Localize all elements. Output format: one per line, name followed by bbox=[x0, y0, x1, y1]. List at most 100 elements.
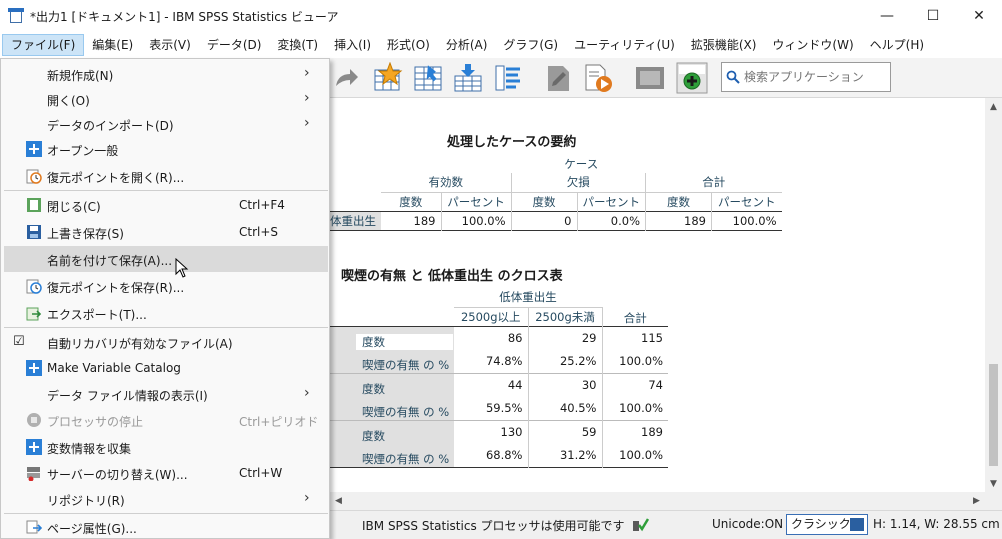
menu-edit[interactable]: 編集(E) bbox=[84, 34, 141, 56]
goto-variable-icon[interactable] bbox=[452, 62, 484, 94]
menu-item-auto-recover[interactable]: ☑ 自動リカバリが有効なファイル(A) bbox=[4, 329, 328, 355]
scroll-right-icon[interactable]: ▶ bbox=[968, 492, 985, 509]
menu-item-save-restore-point[interactable]: 復元ポイントを保存(R)... bbox=[4, 273, 328, 299]
group-total: 合計 bbox=[645, 173, 782, 193]
cell: 100.0% bbox=[441, 211, 512, 230]
viewer-mode-toggle[interactable]: クラシック bbox=[786, 514, 868, 535]
menu-item-page-properties[interactable]: ページ属性(G)... bbox=[4, 514, 328, 539]
scroll-up-icon[interactable]: ▲ bbox=[985, 98, 1002, 115]
goto-data-icon[interactable] bbox=[372, 62, 404, 94]
menu-item-open-general[interactable]: オープン一般 bbox=[4, 136, 328, 162]
run-script-icon[interactable] bbox=[582, 62, 614, 94]
col-header: 2500g未満 bbox=[528, 307, 603, 326]
case-header: ケース bbox=[564, 156, 599, 171]
menu-view[interactable]: 表示(V) bbox=[141, 34, 199, 56]
add-green-icon[interactable] bbox=[676, 62, 708, 94]
menu-item-import-data[interactable]: データのインポート(D) › bbox=[4, 111, 328, 137]
search-applications-box[interactable] bbox=[721, 62, 891, 92]
goto-case-icon[interactable] bbox=[412, 62, 444, 94]
menu-help[interactable]: ヘルプ(H) bbox=[862, 34, 932, 56]
cell: 0 bbox=[511, 211, 578, 230]
table-icon bbox=[850, 518, 864, 531]
search-input[interactable] bbox=[744, 70, 884, 84]
menu-separator bbox=[4, 327, 328, 328]
maximize-button[interactable]: ☐ bbox=[910, 0, 956, 32]
menu-item-close[interactable]: 閉じる(C) Ctrl+F4 bbox=[4, 192, 328, 218]
scroll-thumb[interactable] bbox=[989, 364, 998, 466]
restore-clock-icon bbox=[26, 279, 42, 294]
row-label: 度数 bbox=[356, 380, 453, 397]
processor-status: IBM SPSS Statistics プロセッサは使用可能です bbox=[362, 519, 625, 533]
menu-utilities[interactable]: ユーティリティ(U) bbox=[566, 34, 683, 56]
frame-icon[interactable] bbox=[634, 62, 666, 94]
row-label: 度数 bbox=[356, 333, 453, 350]
window-title: *出力1 [ドキュメント1] - IBM SPSS Statistics ビュー… bbox=[30, 9, 339, 24]
menu-format[interactable]: 形式(O) bbox=[379, 34, 438, 56]
menu-item-open-restore-point[interactable]: 復元ポイントを開く(R)... bbox=[4, 163, 328, 189]
group-missing: 欠損 bbox=[511, 173, 646, 193]
scroll-down-icon[interactable]: ▼ bbox=[985, 475, 1002, 492]
close-document-icon bbox=[27, 198, 41, 212]
cell: 189 bbox=[381, 211, 442, 230]
cell: 40.5% bbox=[528, 396, 603, 420]
cell: 189 bbox=[641, 425, 663, 439]
minimize-button[interactable]: — bbox=[864, 0, 910, 32]
variables-icon[interactable] bbox=[492, 62, 524, 94]
cell: 115 bbox=[641, 331, 663, 345]
menu-item-make-variable-catalog[interactable]: Make Variable Catalog bbox=[4, 355, 328, 381]
stop-icon bbox=[27, 413, 41, 427]
cell: 59 bbox=[528, 420, 603, 444]
cell: 100.0% bbox=[619, 354, 663, 368]
plus-icon bbox=[26, 141, 42, 157]
menu-item-collect-variable-info[interactable]: 変数情報を収集 bbox=[4, 434, 328, 460]
submenu-arrow-icon: › bbox=[304, 65, 310, 81]
menu-transform[interactable]: 変換(T) bbox=[269, 34, 326, 56]
menu-item-save[interactable]: 上書き保存(S) Ctrl+S bbox=[4, 219, 328, 245]
table-row: 喫煙の有無 の % 59.5% 40.5% 100.0% bbox=[330, 396, 668, 420]
cell: 86 bbox=[454, 326, 529, 350]
search-icon bbox=[726, 70, 740, 84]
menu-extensions[interactable]: 拡張機能(X) bbox=[683, 34, 765, 56]
cell: 68.8% bbox=[454, 443, 529, 467]
menu-item-repository[interactable]: リポジトリ(R) › bbox=[4, 486, 328, 512]
export-icon bbox=[26, 307, 42, 321]
group-valid: 有効数 bbox=[381, 173, 512, 193]
vertical-scrollbar[interactable]: ▲ ▼ bbox=[985, 98, 1002, 492]
table-row: 体重出生 189 100.0% 0 0.0% 189 100.0% bbox=[325, 211, 782, 230]
submenu-arrow-icon: › bbox=[304, 385, 310, 401]
crosstab-table: 低体重出生 2500g以上 2500g未満 合計 度数 86 29 115 喫煙… bbox=[330, 288, 668, 468]
menu-item-stop-processor: プロセッサの停止 Ctrl+ピリオド bbox=[4, 407, 328, 433]
col-group-header: 低体重出生 bbox=[454, 288, 602, 308]
cross-table-title: 喫煙の有無 と 低体重出生 のクロス表 bbox=[341, 269, 563, 284]
row-label: 喫煙の有無 の % bbox=[356, 403, 453, 420]
menu-analyze[interactable]: 分析(A) bbox=[438, 34, 496, 56]
menu-window[interactable]: ウィンドウ(W) bbox=[764, 34, 861, 56]
menu-item-save-as[interactable]: 名前を付けて保存(A)... bbox=[4, 246, 328, 272]
menu-data[interactable]: データ(D) bbox=[199, 34, 270, 56]
cell: 74 bbox=[648, 378, 663, 392]
file-menu-dropdown: 新規作成(N) › 開く(O) › データのインポート(D) › オープン一般 … bbox=[0, 58, 330, 539]
menu-file[interactable]: ファイル(F) bbox=[2, 34, 85, 56]
menu-item-switch-server[interactable]: サーバーの切り替え(W)... Ctrl+W bbox=[4, 460, 328, 486]
table-row: 度数 130 59 189 bbox=[330, 420, 668, 444]
row-label: 体重出生 bbox=[325, 211, 381, 230]
menu-item-export[interactable]: エクスポート(T)... bbox=[4, 300, 328, 326]
col-header: パーセント bbox=[441, 192, 512, 211]
designate-window-icon[interactable] bbox=[543, 62, 575, 94]
menu-graphs[interactable]: グラフ(G) bbox=[495, 34, 566, 56]
col-header: パーセント bbox=[577, 192, 646, 211]
scroll-left-icon[interactable]: ◀ bbox=[330, 492, 347, 509]
menu-insert[interactable]: 挿入(I) bbox=[326, 34, 379, 56]
server-icon bbox=[27, 467, 40, 481]
menu-bar: ファイル(F) 編集(E) 表示(V) データ(D) 変換(T) 挿入(I) 形… bbox=[0, 32, 1002, 58]
close-window-button[interactable]: ✕ bbox=[956, 0, 1002, 32]
submenu-arrow-icon: › bbox=[304, 490, 310, 506]
cell: 100.0% bbox=[732, 213, 777, 228]
cell: 25.2% bbox=[528, 349, 603, 373]
menu-item-new[interactable]: 新規作成(N) › bbox=[4, 61, 328, 87]
menu-item-data-file-info[interactable]: データ ファイル情報の表示(I) › bbox=[4, 381, 328, 407]
redo-icon[interactable] bbox=[330, 62, 362, 94]
row-label: 喫煙の有無 の % bbox=[356, 450, 453, 467]
menu-item-open[interactable]: 開く(O) › bbox=[4, 86, 328, 112]
horizontal-scrollbar[interactable]: ◀ ▶ bbox=[330, 492, 1002, 509]
